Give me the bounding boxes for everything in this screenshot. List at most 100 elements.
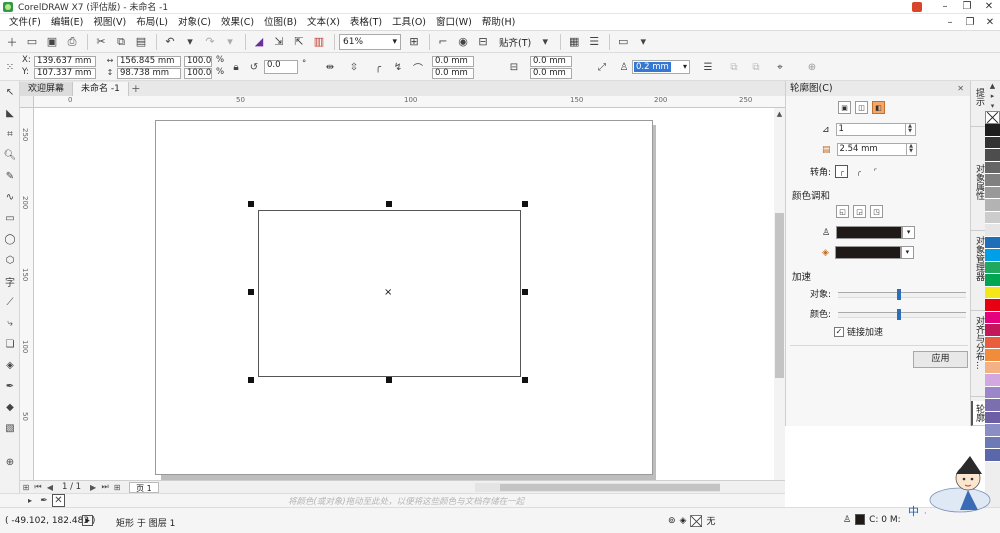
palette-swatch[interactable] [985,399,1000,412]
tab-untitled-1[interactable]: 未命名 -1 [73,82,129,96]
palette-swatch[interactable] [985,361,1000,374]
search-content-icon[interactable]: ◢ [250,33,268,51]
ruler-origin[interactable] [20,96,34,108]
outline-width-select[interactable]: 0.2 mm ▾ [632,60,690,74]
object-width-field[interactable]: 156.845 mm [117,56,181,67]
tab-object-manager[interactable]: 对象管理器 [971,233,986,311]
new-tab-icon[interactable]: + [129,82,143,96]
menu-layout[interactable]: 布局(L) [131,14,173,31]
round-corner-icon[interactable]: ╭ [852,165,865,178]
vertical-scrollbar[interactable]: ▲ [774,108,785,480]
palette-swatch[interactable] [985,124,1000,137]
artistic-media-icon[interactable]: ∿ [0,187,20,207]
palette-swatch[interactable] [985,249,1000,262]
drawing-canvas[interactable]: × [34,108,774,480]
redo-icon[interactable]: ↷ [201,33,219,51]
close-button[interactable]: ✕ [978,0,1000,14]
page-tab-1[interactable]: 页 1 [129,481,159,493]
undo-icon[interactable]: ↶ [161,33,179,51]
tab-object-properties[interactable]: 对象属性 [971,161,986,231]
palette-swatch[interactable] [985,261,1000,274]
show-grid-icon[interactable]: ◉ [454,33,472,51]
save-icon[interactable]: ▣ [43,33,61,51]
minimize-button[interactable]: – [934,0,956,14]
show-guidelines-icon[interactable]: ⊟ [474,33,492,51]
resize-handle-bottom[interactable] [386,377,392,383]
freehand-tool-icon[interactable]: ✎ [0,166,20,186]
resize-handle-left[interactable] [248,289,254,295]
bevel-corner-icon[interactable]: ⌜ [869,165,882,178]
parallel-dimension-icon[interactable]: ⟋ [0,292,20,312]
corner-radius-top-right[interactable]: 0.0 mm [530,56,572,67]
resize-handle-top-right[interactable] [522,201,528,207]
horizontal-scrollbar[interactable] [475,483,720,492]
horizontal-ruler[interactable]: 0 50 100 150 200 250 [34,96,785,108]
wrap-text-icon[interactable]: ☰ [700,59,716,75]
chevron-down-icon[interactable]: ▾ [902,226,916,239]
counterclockwise-color-icon[interactable]: ◳ [870,205,883,218]
palette-options-icon[interactable]: ▾ [985,101,1000,111]
no-color-icon[interactable]: ✕ [52,494,65,507]
pick-tool-icon[interactable]: ↖ [0,82,20,102]
tab-hints[interactable]: 提示 [971,85,986,127]
corner-lock-icon[interactable]: ⊟ [506,59,522,75]
menu-view[interactable]: 视图(V) [88,14,131,31]
cut-icon[interactable]: ✂ [92,33,110,51]
transparency-tool-icon[interactable]: ◈ [0,355,20,375]
smart-fill-icon[interactable]: ▧ [0,418,20,438]
link-acceleration-checkbox[interactable]: ✓ 链接加速 [834,325,883,338]
text-tool-icon[interactable]: 字 [0,271,20,291]
user-icon[interactable] [912,0,934,14]
scallop-corner-icon[interactable]: ↯ [390,59,406,75]
fill-color-picker[interactable]: ▾ [834,246,914,259]
to-front-icon[interactable]: ⧉ [726,59,742,75]
chevron-down-icon[interactable]: ▾ [536,33,554,51]
next-page-icon[interactable]: ▶ [87,483,99,492]
doc-close-button[interactable]: ✕ [980,14,1000,31]
checkbox-check-icon[interactable]: ✓ [834,326,844,337]
palette-swatch[interactable] [985,386,1000,399]
last-page-icon[interactable]: ⏭ [99,482,111,492]
mitered-corner-icon[interactable]: ┌ [835,165,849,178]
menu-help[interactable]: 帮助(H) [477,14,521,31]
x-position-field[interactable]: 139.637 mm [34,56,96,67]
menu-window[interactable]: 窗口(W) [431,14,477,31]
welcome-screen-icon[interactable]: ▦ [565,33,583,51]
palette-swatch[interactable] [985,374,1000,387]
interactive-fill-icon[interactable]: ◆ [0,397,20,417]
chevron-down-icon[interactable]: ▾ [900,246,914,259]
paste-icon[interactable]: ▤ [132,33,150,51]
fill-indicator[interactable]: ⊚ ◈ 无 [668,514,715,527]
docker-close-icon[interactable]: ✕ [957,81,964,96]
outline-indicator[interactable]: ♙ C: 0 M: [843,514,901,525]
round-corner-icon[interactable]: ╭ [370,59,386,75]
object-height-field[interactable]: 98.738 mm [117,68,181,79]
zoom-level-select[interactable]: 61% ▾ [339,33,401,50]
import-icon[interactable]: ⇲ [270,33,288,51]
corner-radius-bottom-right[interactable]: 0.0 mm [530,68,572,79]
export-icon[interactable]: ⇱ [290,33,308,51]
palette-swatch[interactable] [985,136,1000,149]
tab-welcome-screen[interactable]: 欢迎屏幕 [20,82,74,96]
palette-swatch[interactable] [985,411,1000,424]
convert-to-curves-icon[interactable]: ⌖ [772,59,788,75]
palette-swatch[interactable] [985,274,1000,287]
previous-page-icon[interactable]: ◀ [44,483,56,492]
polygon-tool-icon[interactable]: ⬡ [0,250,20,270]
palette-swatch[interactable] [985,174,1000,187]
palette-swatch[interactable] [985,286,1000,299]
publish-pdf-icon[interactable]: ▥ [310,33,328,51]
resize-handle-top[interactable] [386,201,392,207]
palette-swatch[interactable] [985,211,1000,224]
offset-field[interactable]: 2.54 mm ▲ ▼ [836,143,917,156]
menu-file[interactable]: 文件(F) [4,14,46,31]
undo-dropdown-icon[interactable]: ▾ [181,33,199,51]
corner-radius-bottom-left[interactable]: 0.0 mm [432,68,474,79]
no-color-swatch[interactable] [985,111,1000,124]
palette-swatch[interactable] [985,199,1000,212]
chevron-down-icon[interactable]: ▾ [634,33,652,51]
restore-button[interactable]: ❐ [956,0,978,14]
menu-tools[interactable]: 工具(O) [387,14,431,31]
new-document-icon[interactable]: ＋ [3,33,21,51]
palette-swatch[interactable] [985,224,1000,237]
